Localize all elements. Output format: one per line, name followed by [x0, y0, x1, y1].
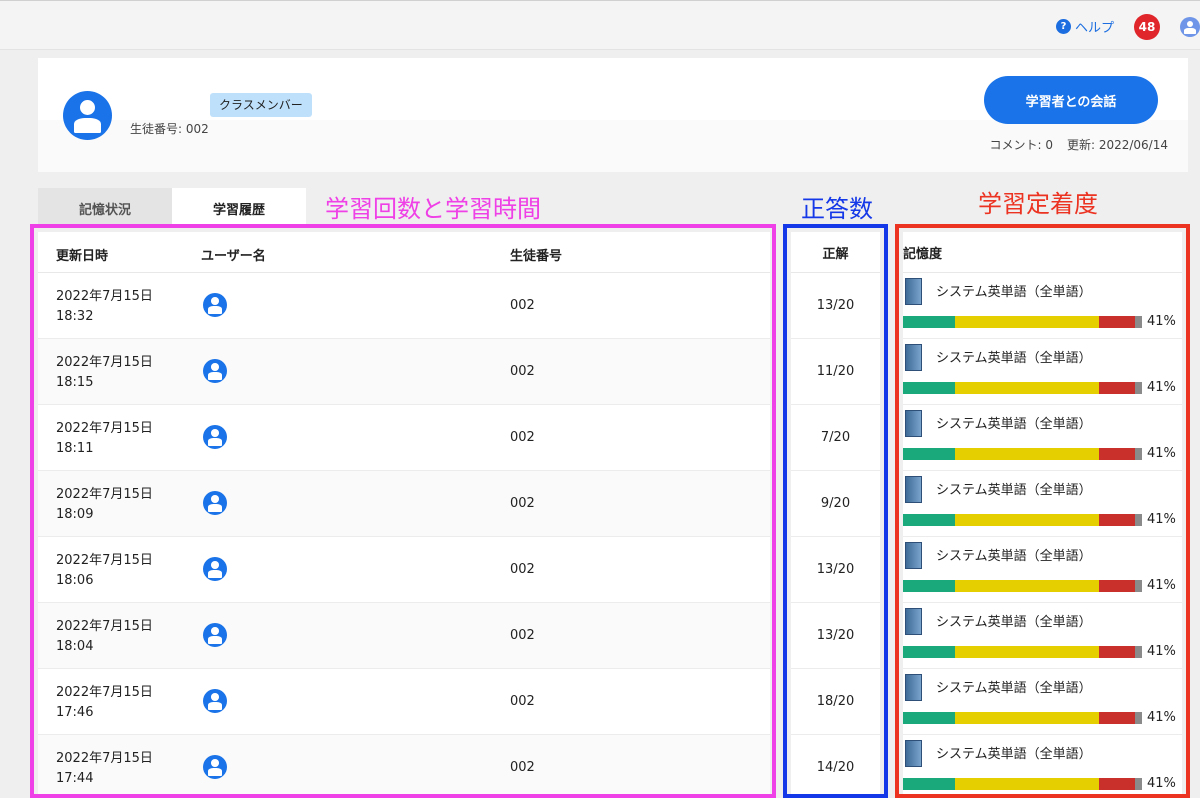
tab-memory-status[interactable]: 記憶状況: [38, 188, 172, 228]
tab-learning-history[interactable]: 学習履歴: [172, 188, 306, 228]
updated-date: 更新: 2022/06/14: [1066, 138, 1168, 152]
class-member-badge: クラスメンバー: [210, 93, 312, 117]
profile-card: クラスメンバー 生徒番号: 002 学習者との会話 コメント: 0 更新: 20…: [38, 58, 1188, 172]
notification-badge[interactable]: 48: [1134, 14, 1160, 40]
top-bar: ? ヘルプ 48: [0, 0, 1200, 50]
annotation-left: 学習回数と学習時間: [325, 195, 541, 223]
comment-count: コメント: 0: [989, 138, 1053, 152]
chat-with-learner-button[interactable]: 学習者との会話: [984, 76, 1158, 124]
question-icon: ?: [1056, 19, 1071, 34]
annotation-middle: 正答数: [801, 195, 873, 223]
annotation-frame-right: [895, 224, 1190, 798]
user-icon[interactable]: [1180, 17, 1200, 37]
student-number: 生徒番号: 002: [130, 122, 209, 136]
annotation-right: 学習定着度: [978, 190, 1098, 218]
annotation-frame-left: [30, 224, 776, 798]
help-label: ヘルプ: [1075, 21, 1115, 36]
profile-meta: コメント: 0 更新: 2022/06/14: [989, 136, 1168, 153]
avatar: [63, 91, 112, 140]
tab-bar: 記憶状況 学習履歴: [38, 188, 306, 228]
help-link[interactable]: ? ヘルプ: [1056, 17, 1114, 36]
annotation-frame-middle: [783, 224, 888, 798]
